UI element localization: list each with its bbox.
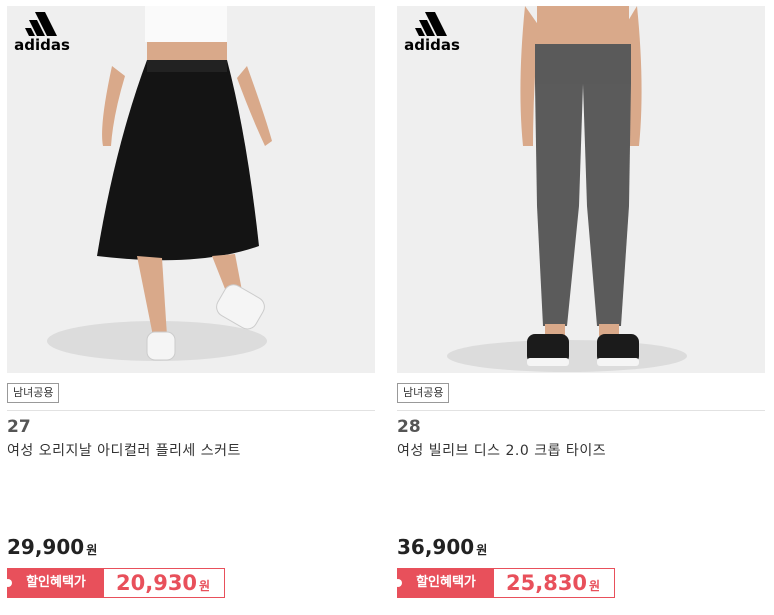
- discount-price-value: 25,830: [506, 571, 588, 595]
- divider: [7, 410, 375, 411]
- svg-text:adidas: adidas: [14, 36, 70, 54]
- product-card[interactable]: adidas 남녀공용 27 여성 오리지날 아디컬러 플리세 스커트 29,9…: [4, 0, 375, 615]
- tights-model-illustration: [447, 6, 687, 372]
- adidas-logo: adidas: [14, 12, 70, 54]
- discount-price-unit: 원: [199, 579, 211, 593]
- discount-label: 할인혜택가: [416, 575, 476, 590]
- discount-label: 할인혜택가: [26, 575, 86, 590]
- discount-price-value: 20,930: [116, 571, 198, 595]
- product-name[interactable]: 여성 빌리브 디스 2.0 크롭 타이즈: [397, 440, 606, 460]
- price-unit: 원: [476, 543, 488, 557]
- product-name[interactable]: 여성 오리지날 아디컬러 플리세 스커트: [7, 440, 241, 460]
- tag-dot-icon: [4, 579, 12, 587]
- unisex-badge: 남녀공용: [7, 383, 60, 403]
- product-rank: 28: [397, 417, 421, 437]
- price-value: 29,900: [7, 535, 85, 559]
- price-unit: 원: [86, 543, 98, 557]
- discount-price: 20,930 원: [116, 571, 210, 595]
- discount-price: 25,830 원: [506, 571, 600, 595]
- tag-dot-icon: [394, 579, 402, 587]
- product-price: 36,900 원: [397, 535, 487, 559]
- divider: [397, 410, 765, 411]
- price-value: 36,900: [397, 535, 475, 559]
- product-rank: 27: [7, 417, 31, 437]
- product-card[interactable]: adidas 남녀공용 28 여성 빌리브 디스 2.0 크롭 타이즈 36,9…: [394, 0, 765, 615]
- unisex-badge: 남녀공용: [397, 383, 450, 403]
- discount-price-unit: 원: [589, 579, 601, 593]
- discount-price-box: 할인혜택가 25,830 원: [394, 568, 615, 598]
- product-image-tights[interactable]: adidas: [397, 6, 765, 373]
- product-price: 29,900 원: [7, 535, 97, 559]
- adidas-logo: adidas: [404, 12, 460, 54]
- product-image-skirt[interactable]: adidas: [7, 6, 375, 373]
- skirt-model-illustration: [47, 6, 272, 361]
- discount-price-box: 할인혜택가 20,930 원: [4, 568, 225, 598]
- discount-label-tag: 할인혜택가: [4, 569, 104, 597]
- discount-label-tag: 할인혜택가: [394, 569, 494, 597]
- svg-text:adidas: adidas: [404, 36, 460, 54]
